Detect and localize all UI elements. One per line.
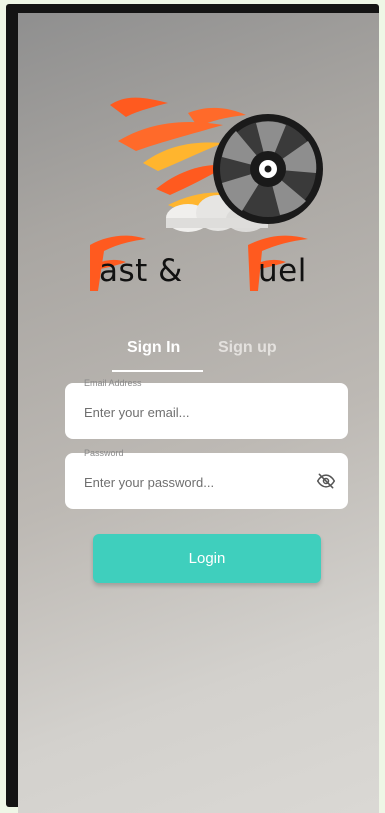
login-button[interactable]: Login xyxy=(93,534,321,583)
flaming-wheel-logo-icon xyxy=(90,97,323,291)
brand-name-left: ast & xyxy=(99,253,183,289)
device-frame: ast & uel Sign In Sign up Email Address … xyxy=(6,4,379,813)
flame-top xyxy=(110,97,168,117)
tab-sign-up[interactable]: Sign up xyxy=(218,336,277,360)
password-input[interactable] xyxy=(84,471,304,493)
email-field: Email Address xyxy=(65,378,348,439)
brand-logo: ast & uel xyxy=(18,13,379,303)
auth-tabs: Sign In Sign up xyxy=(18,336,379,376)
password-field: Password xyxy=(65,448,348,509)
email-label: Email Address xyxy=(84,378,142,388)
email-input[interactable] xyxy=(84,401,304,423)
active-tab-indicator xyxy=(112,370,203,372)
eye-off-icon[interactable] xyxy=(316,471,336,491)
brand-name-right: uel xyxy=(258,253,307,289)
login-screen: ast & uel Sign In Sign up Email Address … xyxy=(18,13,379,813)
tab-sign-in[interactable]: Sign In xyxy=(127,336,180,360)
password-label: Password xyxy=(84,448,124,458)
